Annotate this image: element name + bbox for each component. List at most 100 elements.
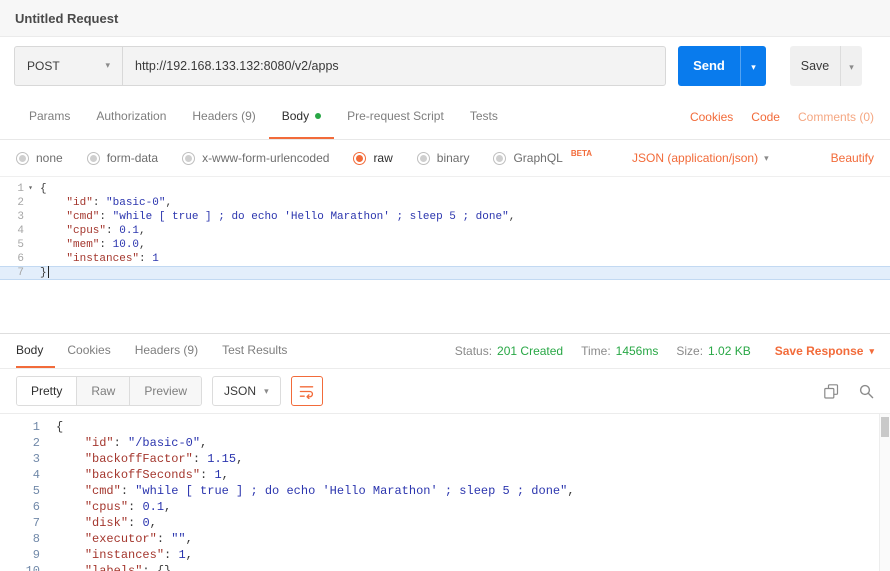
code-line[interactable]: 6 "cpus": 0.1, (0, 499, 890, 515)
view-pretty-button[interactable]: Pretty (17, 377, 77, 405)
scrollbar-thumb[interactable] (881, 417, 889, 437)
response-tab-cookies[interactable]: Cookies (55, 334, 122, 368)
response-language-select[interactable]: JSON ▾ (212, 376, 281, 406)
fold-spacer (24, 238, 37, 252)
content-type-select[interactable]: JSON (application/json) ▾ (632, 151, 769, 165)
tab-headers[interactable]: Headers (9) (179, 94, 268, 139)
search-response-button[interactable] (859, 384, 874, 399)
response-view-group: Pretty Raw Preview (16, 376, 202, 406)
body-type-binary[interactable]: binary (417, 151, 470, 165)
save-button[interactable]: Save (790, 46, 840, 86)
tab-label: Headers (9) (135, 343, 198, 357)
line-number: 5 (0, 483, 40, 499)
view-preview-button[interactable]: Preview (130, 377, 201, 405)
tab-label: Body (16, 343, 43, 357)
response-meta: Status: 201 Created Time: 1456ms Size: 1… (443, 334, 874, 368)
line-number: 4 (0, 224, 24, 238)
code-line[interactable]: 10 "labels": {}, (0, 563, 890, 571)
beautify-link[interactable]: Beautify (831, 151, 874, 165)
tab-params[interactable]: Params (16, 94, 83, 139)
fold-spacer (40, 531, 53, 547)
body-type-x-www-form-urlencoded[interactable]: x-www-form-urlencoded (182, 151, 329, 165)
cookies-link[interactable]: Cookies (690, 110, 733, 124)
code-text: "cmd": "while [ true ] ; do echo 'Hello … (56, 483, 575, 499)
line-number: 9 (0, 547, 40, 563)
code-text: "cpus": 0.1, (40, 224, 146, 238)
body-type-none[interactable]: none (16, 151, 63, 165)
fold-spacer (24, 196, 37, 210)
line-number: 8 (0, 531, 40, 547)
code-line[interactable]: 5 "mem": 10.0, (0, 238, 890, 252)
method-select[interactable]: POST ▾ (15, 47, 123, 85)
code-line[interactable]: 4 "backoffSeconds": 1, (0, 467, 890, 483)
status-label: Status: (455, 344, 492, 358)
view-raw-button[interactable]: Raw (77, 377, 130, 405)
comments-link[interactable]: Comments (0) (798, 110, 874, 124)
save-response-button[interactable]: Save Response ▾ (775, 344, 874, 358)
body-type-form-data[interactable]: form-data (87, 151, 158, 165)
radio-icon (16, 152, 29, 165)
line-number: 2 (0, 196, 24, 210)
code-line[interactable]: 8 "executor": "", (0, 531, 890, 547)
radio-icon (87, 152, 100, 165)
size-group: Size: 1.02 KB (676, 344, 750, 358)
fold-spacer (40, 563, 53, 571)
body-type-label: none (36, 151, 63, 165)
copy-response-button[interactable] (824, 384, 839, 399)
url-input[interactable] (123, 47, 665, 85)
code-text: "disk": 0, (56, 515, 157, 531)
tab-label: Tests (470, 109, 498, 123)
code-text: "id": "basic-0", (40, 196, 172, 210)
request-builder: POST ▾ Send ▾ Save ▾ (0, 37, 890, 94)
fold-spacer (24, 252, 37, 266)
tab-pre-request-script[interactable]: Pre-request Script (334, 94, 457, 139)
response-scrollbar[interactable] (879, 414, 890, 571)
send-button[interactable]: Send (678, 46, 740, 86)
body-type-raw[interactable]: raw (353, 151, 392, 165)
send-options-button[interactable]: ▾ (740, 46, 766, 86)
code-line[interactable]: 2 "id": "basic-0", (0, 196, 890, 210)
code-line[interactable]: 7 "disk": 0, (0, 515, 890, 531)
body-type-label: binary (437, 151, 470, 165)
request-title: Untitled Request (15, 11, 118, 26)
body-type-bar: none form-data x-www-form-urlencoded raw… (0, 140, 890, 177)
url-group: POST ▾ (14, 46, 666, 86)
wrap-text-button[interactable] (291, 376, 323, 406)
save-options-button[interactable]: ▾ (840, 46, 862, 86)
code-line[interactable]: 1{ (0, 419, 890, 435)
fold-caret-icon[interactable]: ▾ (24, 182, 37, 196)
fold-spacer (40, 435, 53, 451)
code-line[interactable]: 6 "instances": 1 (0, 252, 890, 266)
tab-body[interactable]: Body (269, 94, 334, 139)
radio-icon (493, 152, 506, 165)
response-tab-body[interactable]: Body (16, 334, 55, 368)
fold-spacer (40, 467, 53, 483)
code-line[interactable]: 5 "cmd": "while [ true ] ; do echo 'Hell… (0, 483, 890, 499)
line-number: 2 (0, 435, 40, 451)
body-type-graphql[interactable]: GraphQL BETA (493, 151, 592, 165)
request-body-editor[interactable]: 1▾{2 "id": "basic-0",3 "cmd": "while [ t… (0, 177, 890, 334)
search-icon (859, 384, 874, 399)
line-number: 5 (0, 238, 24, 252)
code-line[interactable]: 1▾{ (0, 182, 890, 196)
save-split-button: Save ▾ (790, 46, 862, 86)
code-line[interactable]: 4 "cpus": 0.1, (0, 224, 890, 238)
response-body-editor[interactable]: 1{2 "id": "/basic-0",3 "backoffFactor": … (0, 414, 890, 571)
response-tab-headers[interactable]: Headers (9) (123, 334, 210, 368)
code-line[interactable]: 2 "id": "/basic-0", (0, 435, 890, 451)
tab-tests[interactable]: Tests (457, 94, 511, 139)
code-line[interactable]: 7} (0, 266, 890, 280)
code-line[interactable]: 3 "cmd": "while [ true ] ; do echo 'Hell… (0, 210, 890, 224)
line-number: 1 (0, 182, 24, 196)
line-number: 1 (0, 419, 40, 435)
code-text: "cpus": 0.1, (56, 499, 171, 515)
response-tab-test-results[interactable]: Test Results (210, 334, 299, 368)
beta-badge: BETA (571, 149, 592, 158)
code-line[interactable]: 3 "backoffFactor": 1.15, (0, 451, 890, 467)
code-line[interactable]: 9 "instances": 1, (0, 547, 890, 563)
tab-authorization[interactable]: Authorization (83, 94, 179, 139)
code-link[interactable]: Code (751, 110, 780, 124)
radio-icon (182, 152, 195, 165)
status-value: 201 Created (497, 344, 563, 358)
line-number: 7 (0, 266, 24, 280)
